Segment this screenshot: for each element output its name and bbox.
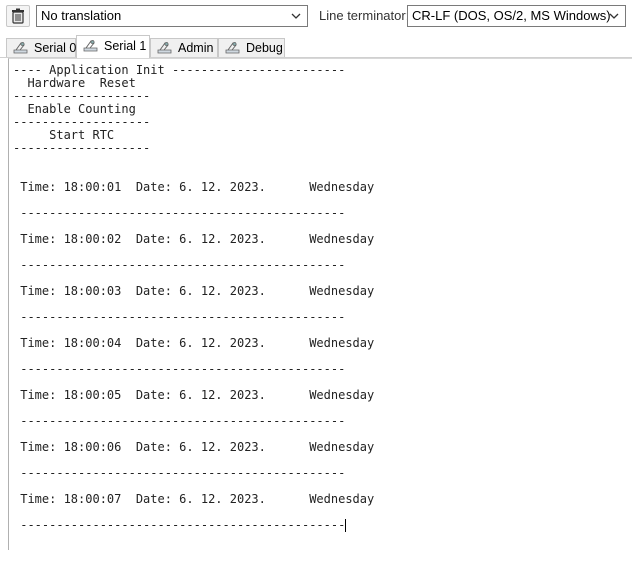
terminal-line: ----------------------------------------… — [13, 258, 346, 272]
terminal-line: ----------------------------------------… — [13, 518, 347, 532]
terminal-line: Time: 18:00:03 Date: 6. 12. 2023. Wednes… — [13, 284, 375, 298]
toolbar: No translation Line terminator: CR-LF (D… — [0, 0, 632, 33]
chevron-down-icon — [291, 13, 301, 19]
terminal-line: Time: 18:00:01 Date: 6. 12. 2023. Wednes… — [13, 180, 375, 194]
terminal-line: ----------------------------------------… — [13, 206, 346, 220]
terminal-line: Time: 18:00:02 Date: 6. 12. 2023. Wednes… — [13, 232, 375, 246]
tab-label: Serial 0 — [34, 41, 77, 55]
terminal-line: Time: 18:00:04 Date: 6. 12. 2023. Wednes… — [13, 336, 375, 350]
terminal-line: Time: 18:00:06 Date: 6. 12. 2023. Wednes… — [13, 440, 375, 454]
terminal-line: ----------------------------------------… — [13, 466, 346, 480]
terminal-output[interactable]: ---- Application Init ------------------… — [8, 58, 632, 550]
tab-serial-1[interactable]: Serial 1 — [76, 35, 150, 58]
serial-port-icon — [157, 42, 172, 54]
terminal-line: ----------------------------------------… — [13, 414, 346, 428]
serial-port-icon — [225, 42, 240, 54]
line-terminator-label: Line terminator: — [319, 8, 410, 23]
line-terminator-select-value: CR-LF (DOS, OS/2, MS Windows) — [412, 8, 611, 23]
tab-debug[interactable]: Debug — [218, 38, 285, 57]
tab-label: Serial 1 — [104, 39, 147, 53]
text-cursor — [345, 519, 347, 532]
terminal-line: Time: 18:00:07 Date: 6. 12. 2023. Wednes… — [13, 492, 375, 506]
tab-admin[interactable]: Admin — [150, 38, 218, 57]
terminal-app-window: No translation Line terminator: CR-LF (D… — [0, 0, 632, 562]
terminal-lines: ---- Application Init ------------------… — [13, 64, 374, 532]
trash-icon — [12, 8, 24, 24]
serial-port-icon — [83, 40, 98, 52]
serial-port-icon — [13, 42, 28, 54]
tab-label: Admin — [178, 41, 214, 55]
terminal-line: ------------------- — [13, 141, 151, 155]
tab-serial-0[interactable]: Serial 0 — [6, 38, 76, 57]
terminal-line: ----------------------------------------… — [13, 310, 346, 324]
translation-select[interactable]: No translation — [36, 5, 308, 27]
terminal-line: Time: 18:00:05 Date: 6. 12. 2023. Wednes… — [13, 388, 375, 402]
terminal-line: ----------------------------------------… — [13, 362, 346, 376]
line-terminator-select[interactable]: CR-LF (DOS, OS/2, MS Windows) — [407, 5, 626, 27]
tab-label: Debug — [246, 41, 283, 55]
translation-select-value: No translation — [41, 8, 122, 23]
clear-button[interactable] — [6, 5, 30, 27]
chevron-down-icon — [609, 13, 619, 19]
